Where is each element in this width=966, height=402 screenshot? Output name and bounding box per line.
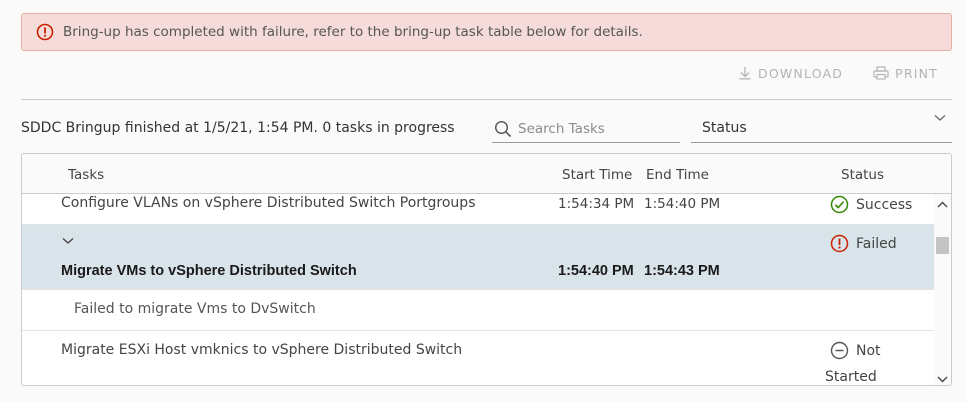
start-time: 1:54:40 PM <box>558 263 634 279</box>
task-name: Migrate VMs to vSphere Distributed Switc… <box>61 263 357 279</box>
table-header: Tasks Start Time End Time Status <box>22 154 951 194</box>
chevron-down-icon <box>934 114 946 122</box>
vertical-scrollbar[interactable] <box>934 194 951 385</box>
scroll-down-icon[interactable] <box>937 376 948 383</box>
start-time: 1:54:34 PM <box>558 196 635 212</box>
column-header-status[interactable]: Status <box>841 167 884 183</box>
column-header-tasks[interactable]: Tasks <box>68 167 104 183</box>
status-cell: Not <box>830 341 881 360</box>
success-check-icon <box>830 195 849 214</box>
bringup-summary: SDDC Bringup finished at 1/5/21, 1:54 PM… <box>21 120 455 136</box>
search-tasks <box>492 116 680 143</box>
status-text: Failed <box>856 235 897 252</box>
status-filter-value: Status <box>702 120 747 136</box>
error-alert-banner: Bring-up has completed with failure, ref… <box>21 13 952 51</box>
table-row-selected[interactable]: Migrate VMs to vSphere Distributed Switc… <box>22 225 935 290</box>
status-cell: Success <box>830 195 912 214</box>
table-row[interactable]: Migrate ESXi Host vmknics to vSphere Dis… <box>22 331 935 385</box>
search-input[interactable] <box>518 121 668 137</box>
end-time: 1:54:43 PM <box>644 263 720 279</box>
print-button[interactable]: PRINT <box>873 66 938 81</box>
status-text: Not <box>856 342 881 359</box>
tasks-table: Tasks Start Time End Time Status Configu… <box>21 153 952 386</box>
download-label: DOWNLOAD <box>758 65 844 81</box>
chevron-down-icon[interactable] <box>62 237 74 245</box>
table-body: Configure VLANs on vSphere Distributed S… <box>22 194 935 385</box>
task-name: Configure VLANs on vSphere Distributed S… <box>61 195 476 211</box>
download-icon <box>738 66 752 80</box>
printer-icon <box>873 66 889 80</box>
status-text-continued: Started <box>825 369 877 385</box>
print-label: PRINT <box>895 65 938 81</box>
error-circle-icon <box>36 23 54 41</box>
end-time: 1:54:40 PM <box>644 196 721 212</box>
status-text: Success <box>856 196 913 213</box>
column-header-end-time[interactable]: End Time <box>646 167 709 183</box>
status-cell: Failed <box>830 234 897 253</box>
failed-error-icon <box>830 234 849 253</box>
column-header-start-time[interactable]: Start Time <box>562 167 632 183</box>
table-row[interactable]: Configure VLANs on vSphere Distributed S… <box>22 194 935 225</box>
status-filter-select[interactable]: Status <box>691 112 952 143</box>
alert-message: Bring-up has completed with failure, ref… <box>63 24 643 40</box>
task-error-detail: Failed to migrate Vms to DvSwitch <box>74 301 316 317</box>
download-button[interactable]: DOWNLOAD <box>738 66 843 81</box>
export-actions: DOWNLOAD PRINT <box>738 64 938 82</box>
divider <box>21 99 952 100</box>
scroll-up-icon[interactable] <box>937 201 948 208</box>
task-name: Migrate ESXi Host vmknics to vSphere Dis… <box>61 342 463 358</box>
search-icon <box>494 120 512 138</box>
task-detail-row: Failed to migrate Vms to DvSwitch <box>22 290 935 331</box>
scrollbar-thumb[interactable] <box>936 237 949 254</box>
not-started-minus-icon <box>830 341 849 360</box>
